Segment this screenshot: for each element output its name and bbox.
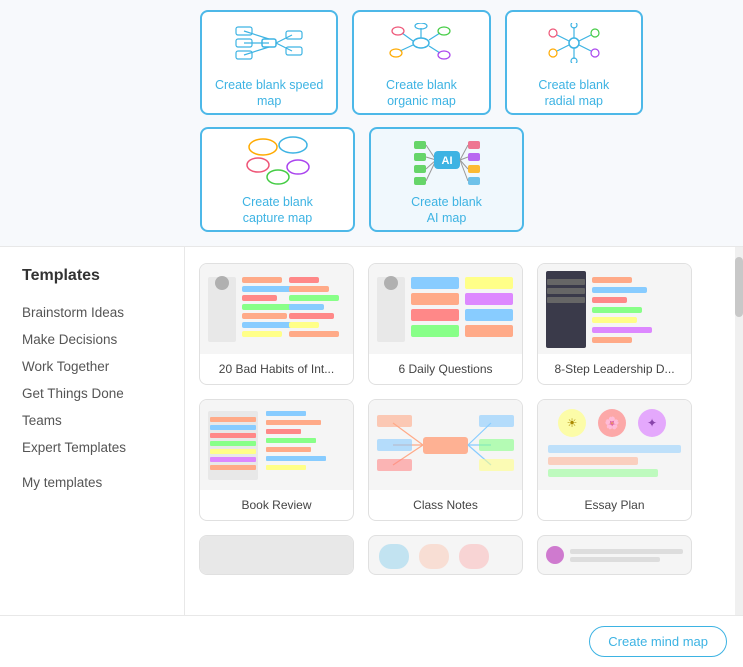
sidebar: Templates Brainstorm Ideas Make Decision… [0,247,185,667]
leadership-name: 8-Step Leadership D... [538,354,691,384]
essay-plan-name: Essay Plan [538,490,691,520]
partial-card-1[interactable] [199,535,354,575]
templates-area: 20 Bad Habits of Int... [185,247,743,667]
book-review-name: Book Review [200,490,353,520]
partial-card-2[interactable] [368,535,523,575]
blank-maps-row-2: Create blankcapture map AI [0,115,743,232]
sidebar-item-getthings[interactable]: Get Things Done [22,380,184,407]
sidebar-item-decisions[interactable]: Make Decisions [22,326,184,353]
bad-habits-name: 20 Bad Habits of Int... [200,354,353,384]
top-section: Create blank speed map Cre [0,0,743,247]
class-notes-preview [369,400,522,490]
scrollbar-track [735,247,743,667]
essay-plan-preview: ☀ 🌸 ✦ [538,400,691,490]
speed-map-label: Create blank speed map [202,77,336,110]
sidebar-item-brainstorm[interactable]: Brainstorm Ideas [22,299,184,326]
capture-map-card[interactable]: Create blankcapture map [200,127,355,232]
speed-map-icon [234,16,304,71]
bottom-bar: Create mind map [0,615,743,667]
partial-card-3[interactable] [537,535,692,575]
svg-text:AI: AI [441,155,452,167]
leadership-preview [538,264,691,354]
book-review-preview [200,400,353,490]
radial-map-label: Create blankradial map [538,77,609,110]
sidebar-item-teams[interactable]: Teams [22,407,184,434]
radial-map-card[interactable]: Create blankradial map [505,10,643,115]
svg-text:🌸: 🌸 [605,416,620,430]
template-class-notes[interactable]: Class Notes [368,399,523,521]
template-book-review[interactable]: Book Review [199,399,354,521]
capture-map-icon [243,133,313,188]
template-essay-plan[interactable]: ☀ 🌸 ✦ Essay Plan [537,399,692,521]
organic-map-card[interactable]: Create blankorganic map [352,10,490,115]
class-notes-name: Class Notes [369,490,522,520]
scrollbar-thumb[interactable] [735,257,743,317]
organic-map-label: Create blankorganic map [386,77,457,110]
sidebar-item-expert[interactable]: Expert Templates [22,434,184,461]
ai-map-icon: AI [412,133,482,188]
template-leadership[interactable]: 8-Step Leadership D... [537,263,692,385]
svg-text:☀: ☀ [567,416,578,430]
daily-questions-preview [369,264,522,354]
ai-map-label: Create blankAI map [411,194,482,227]
create-mind-map-button[interactable]: Create mind map [589,626,727,657]
daily-questions-name: 6 Daily Questions [369,354,522,384]
speed-map-card[interactable]: Create blank speed map [200,10,338,115]
template-bad-habits[interactable]: 20 Bad Habits of Int... [199,263,354,385]
partial-row [199,535,729,575]
my-templates-label: My templates [22,461,184,496]
templates-grid: 20 Bad Habits of Int... [199,263,729,521]
bad-habits-preview [200,264,353,354]
svg-text:✦: ✦ [647,416,657,430]
organic-map-icon [386,16,456,71]
capture-map-label: Create blankcapture map [242,194,313,227]
sidebar-title: Templates [22,267,184,285]
main-content: Templates Brainstorm Ideas Make Decision… [0,247,743,667]
blank-maps-row-1: Create blank speed map Cre [0,10,743,115]
sidebar-item-together[interactable]: Work Together [22,353,184,380]
template-daily-questions[interactable]: 6 Daily Questions [368,263,523,385]
ai-map-card[interactable]: AI Create blankAI map [369,127,524,232]
radial-map-icon [539,16,609,71]
